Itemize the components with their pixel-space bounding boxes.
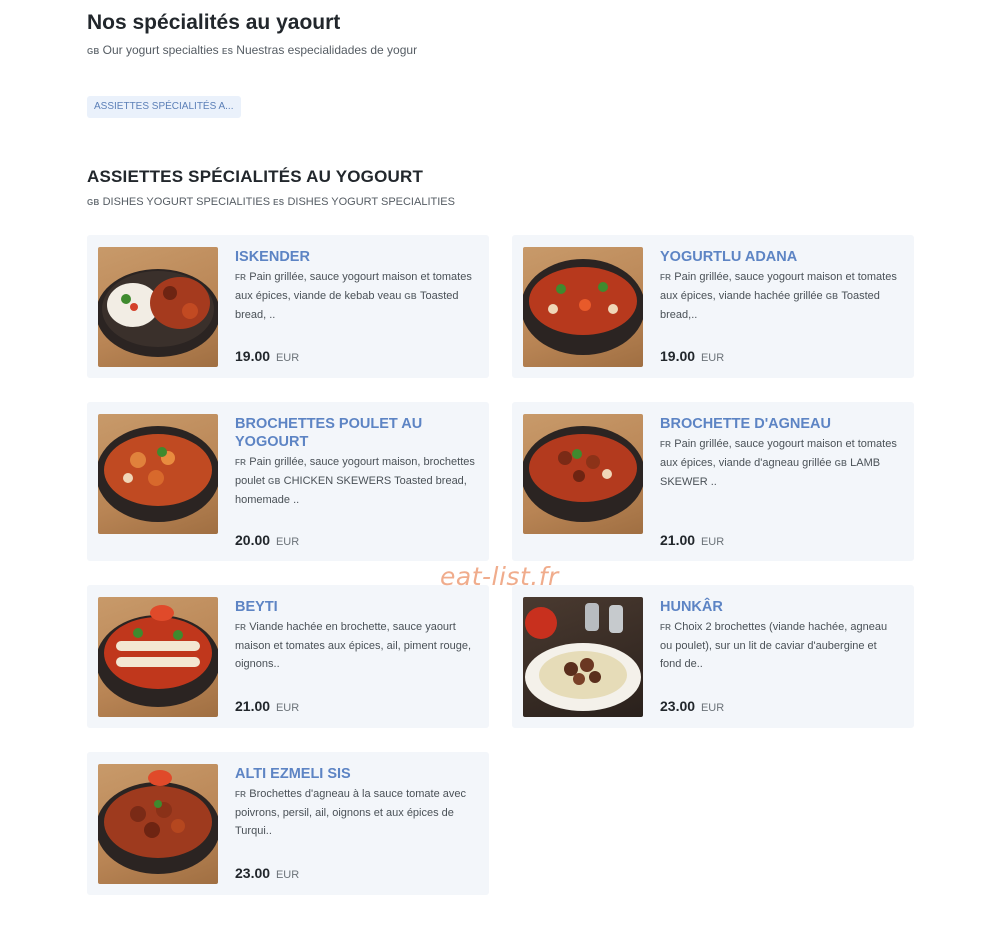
description-fr: Viande hachée en brochette, sauce yaourt…: [235, 621, 472, 670]
item-name[interactable]: YOGURTLU ADANA: [660, 248, 900, 266]
lamb-skewer-dish-icon: [523, 414, 643, 534]
menu-item-card[interactable]: BROCHETTES POULET AU YOGOURT FR Pain gril…: [87, 402, 489, 561]
item-name[interactable]: ALTI EZMELI SIS: [235, 765, 475, 783]
price-value: 23.00: [660, 698, 696, 714]
price-value: 21.00: [660, 532, 696, 548]
lang-code-gb: GB: [87, 47, 100, 56]
item-name[interactable]: BROCHETTE D'AGNEAU: [660, 415, 900, 433]
lang-code-gb: GB: [825, 292, 839, 301]
currency-label: EUR: [275, 869, 300, 881]
menu-item-card[interactable]: BEYTI FR Viande hachée en brochette, sauc…: [87, 585, 489, 728]
lang-code-gb: GB: [404, 292, 418, 301]
lang-code-fr: FR: [235, 790, 247, 799]
category-subtitle: GB DISHES YOGURT SPECIALITIES ES DISHES YO…: [87, 196, 455, 208]
item-price: 20.00 EUR: [235, 532, 299, 548]
lang-code-gb: GB: [834, 459, 848, 468]
lang-code-es: ES: [222, 47, 234, 56]
item-description: FR Pain grillée, sauce yogourt maison et …: [235, 268, 475, 324]
item-description: FR Pain grillée, sauce yogourt maison et …: [660, 435, 900, 491]
lang-code-fr: FR: [235, 623, 247, 632]
item-description: FR Brochettes d'agneau à la sauce tomate …: [235, 785, 475, 840]
category-subtitle-es: DISHES YOGURT SPECIALITIES: [287, 196, 455, 208]
item-description: FR Pain grillée, sauce yogourt maison, br…: [235, 453, 475, 509]
item-name[interactable]: BROCHETTES POULET AU YOGOURT: [235, 415, 475, 451]
page-subtitle: GB Our yogurt specialties ES Nuestras espe…: [87, 43, 417, 57]
category-chip[interactable]: ASSIETTES SPÉCIALITÉS A...: [87, 96, 241, 118]
price-value: 21.00: [235, 698, 271, 714]
lang-code-fr: FR: [235, 458, 247, 467]
item-price: 23.00 EUR: [660, 698, 724, 714]
lang-code-fr: FR: [660, 273, 672, 282]
chicken-skewers-dish-icon: [98, 414, 218, 534]
menu-item-card[interactable]: ALTI EZMELI SIS FR Brochettes d'agneau à …: [87, 752, 489, 895]
lang-code-es: ES: [273, 198, 285, 207]
currency-label: EUR: [700, 702, 725, 714]
lang-code-fr: FR: [660, 440, 672, 449]
currency-label: EUR: [700, 536, 725, 548]
lang-code-gb: GB: [268, 477, 281, 486]
lang-code-fr: FR: [235, 273, 247, 282]
item-description: FR Pain grillée, sauce yogourt maison et …: [660, 268, 900, 324]
menu-item-card[interactable]: ISKENDER FR Pain grillée, sauce yogourt m…: [87, 235, 489, 378]
item-name[interactable]: HUNKÂR: [660, 598, 900, 616]
menu-item-card[interactable]: BROCHETTE D'AGNEAU FR Pain grillée, sauce…: [512, 402, 914, 561]
lang-code-gb: GB: [87, 198, 100, 207]
category-title: ASSIETTES SPÉCIALITÉS AU YOGOURT: [87, 167, 424, 186]
item-price: 23.00 EUR: [235, 865, 299, 881]
price-value: 19.00: [660, 348, 696, 364]
currency-label: EUR: [275, 536, 300, 548]
currency-label: EUR: [700, 352, 725, 364]
hunkar-dish-icon: [523, 597, 643, 717]
watermark: eat-list.fr: [440, 562, 559, 591]
item-description: FR Choix 2 brochettes (viande hachée, agn…: [660, 618, 900, 673]
lang-code-fr: FR: [660, 623, 672, 632]
category-subtitle-gb: DISHES YOGURT SPECIALITIES: [102, 196, 271, 208]
price-value: 19.00: [235, 348, 271, 364]
iskender-dish-icon: [98, 247, 218, 367]
item-price: 21.00 EUR: [235, 698, 299, 714]
alti-ezmeli-dish-icon: [98, 764, 218, 884]
price-value: 20.00: [235, 532, 271, 548]
item-price: 21.00 EUR: [660, 532, 724, 548]
item-price: 19.00 EUR: [660, 348, 724, 364]
item-name[interactable]: BEYTI: [235, 598, 475, 616]
currency-label: EUR: [275, 702, 300, 714]
description-fr: Brochettes d'agneau à la sauce tomate av…: [235, 788, 467, 837]
item-name[interactable]: ISKENDER: [235, 248, 475, 266]
subtitle-es: Nuestras especialidades de yogur: [236, 43, 418, 57]
adana-dish-icon: [523, 247, 643, 367]
page-title: Nos spécialités au yaourt: [87, 11, 341, 34]
menu-item-card[interactable]: HUNKÂR FR Choix 2 brochettes (viande hach…: [512, 585, 914, 728]
currency-label: EUR: [275, 352, 300, 364]
item-description: FR Viande hachée en brochette, sauce yaou…: [235, 618, 475, 673]
item-price: 19.00 EUR: [235, 348, 299, 364]
menu-item-card[interactable]: YOGURTLU ADANA FR Pain grillée, sauce yog…: [512, 235, 914, 378]
subtitle-gb: Our yogurt specialties: [102, 43, 219, 57]
price-value: 23.00: [235, 865, 271, 881]
beyti-dish-icon: [98, 597, 218, 717]
description-fr: Choix 2 brochettes (viande hachée, agnea…: [660, 621, 888, 670]
